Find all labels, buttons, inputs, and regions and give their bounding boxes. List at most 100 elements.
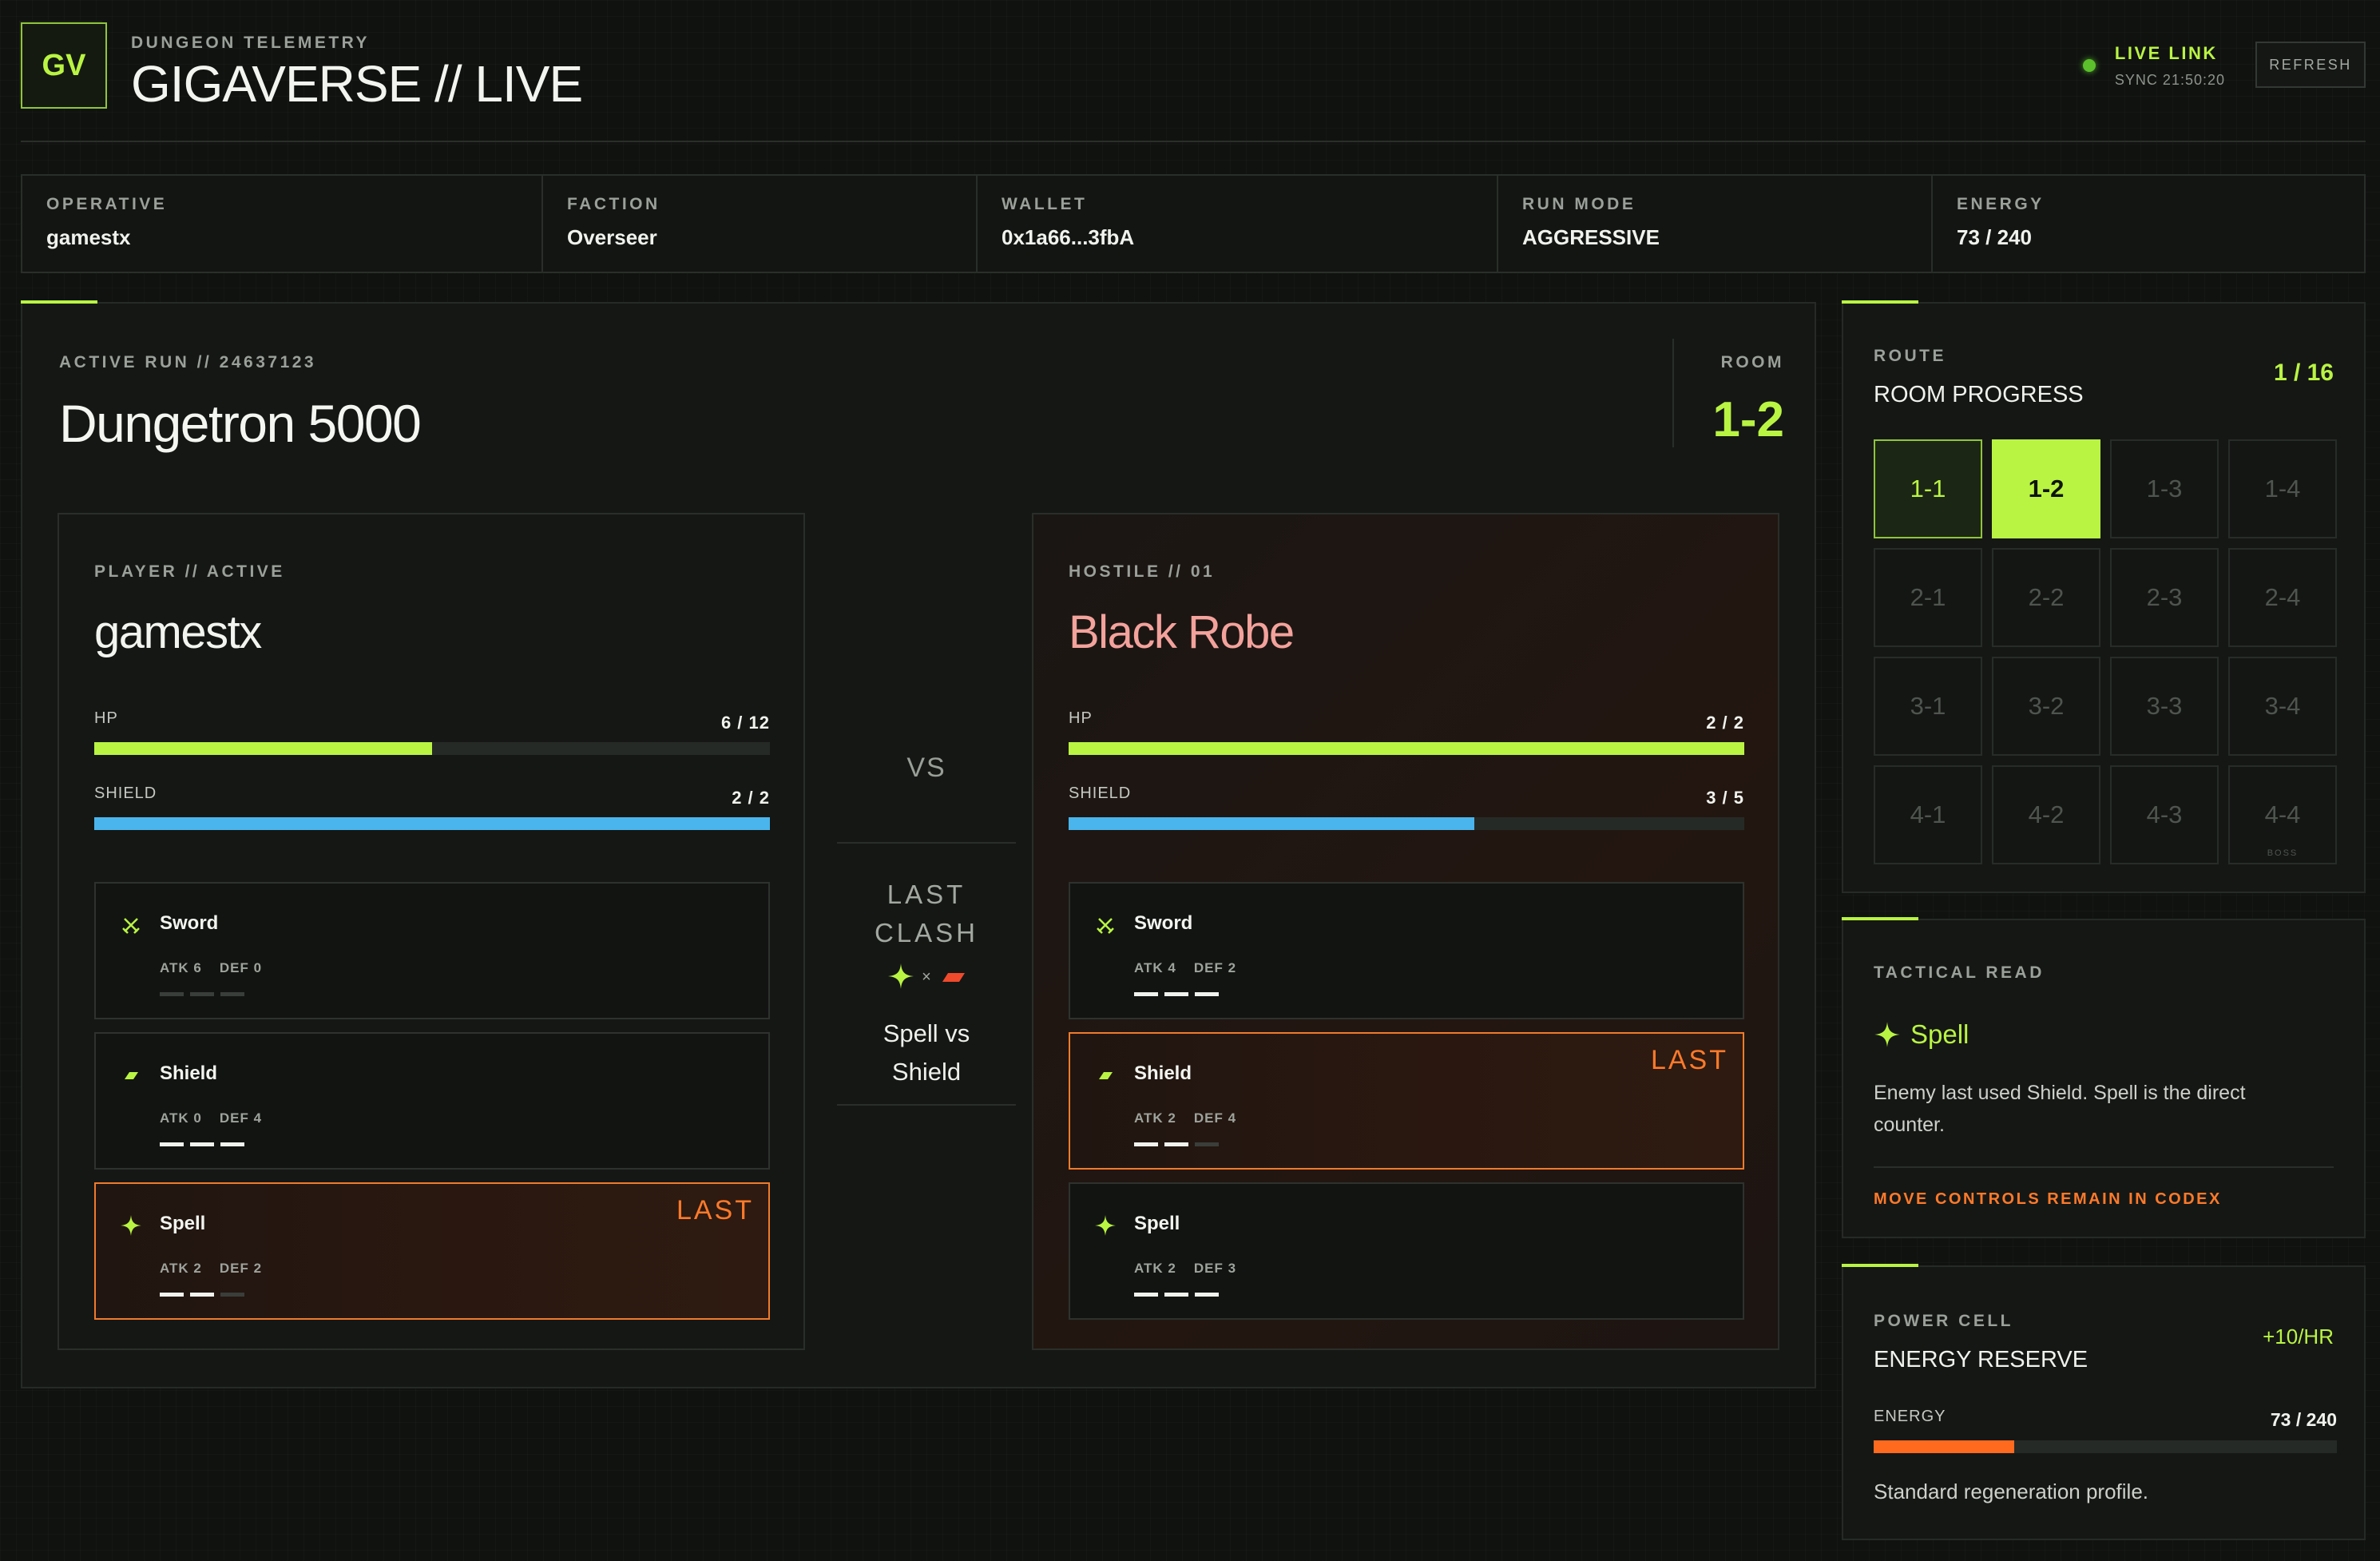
room-cell-3-2: 3-2 <box>1992 657 2100 756</box>
clash-icons-graphic: × <box>888 963 965 989</box>
info-value: 73 / 240 <box>1957 225 2032 249</box>
energy-rate: +10/HR <box>2263 1325 2334 1348</box>
power-label: POWER CELL <box>1874 1312 2013 1330</box>
move-atk: ATK 4 <box>1134 960 1176 975</box>
live-status: LIVE LINK SYNC 21:50:20 <box>2082 43 2225 89</box>
room-cell-label: 3-4 <box>2264 692 2301 720</box>
room-cell-label: 1-1 <box>1910 475 1946 502</box>
charge-pip <box>1195 1142 1219 1146</box>
clash-result-line: Spell vs <box>883 1019 970 1047</box>
move-charges <box>160 1293 244 1297</box>
info-value: AGGRESSIVE <box>1522 225 1660 249</box>
hp-bar <box>1069 742 1744 755</box>
room-cell-2-2: 2-2 <box>1992 548 2100 647</box>
room-cell-label: 2-1 <box>1910 583 1946 611</box>
move-stats: ATK 2 DEF 3 <box>1134 1261 1254 1277</box>
shield-bar <box>94 817 770 830</box>
shield-icon <box>120 1064 142 1086</box>
refresh-button[interactable]: REFRESH <box>2255 42 2366 88</box>
room-cell-4-3: 4-3 <box>2110 765 2219 864</box>
room-cell-label: 1-3 <box>2146 475 2183 502</box>
energy-value: 73 / 240 <box>2270 1409 2337 1430</box>
route-label: ROUTE <box>1874 347 1946 365</box>
last-clash-line: CLASH <box>874 918 979 947</box>
room-cell-1-3: 1-3 <box>2110 439 2219 538</box>
run-id: ACTIVE RUN // 24637123 <box>59 353 317 371</box>
move-charges <box>160 1142 244 1146</box>
route-title: ROOM PROGRESS <box>1874 382 2084 407</box>
move-charges <box>1134 1293 1219 1297</box>
move-def: DEF 2 <box>1193 960 1237 975</box>
room-cell-2-3: 2-3 <box>2110 548 2219 647</box>
shield-label: SHIELD <box>1069 784 1132 802</box>
move-charges <box>1134 1142 1219 1146</box>
recommended-move-name: Spell <box>1910 1019 1969 1049</box>
app-title: GIGAVERSE // LIVE <box>131 55 583 113</box>
enemy-name: Black Robe <box>1069 606 1295 658</box>
room-cell-1-2: 1-2 <box>1992 439 2100 538</box>
room-cell-1-1: 1-1 <box>1874 439 1982 538</box>
charge-pip <box>190 992 214 996</box>
move-atk: ATK 0 <box>160 1110 202 1126</box>
charge-pip <box>1195 1293 1219 1297</box>
info-faction: FACTION Overseer <box>543 176 978 272</box>
player-name: gamestx <box>94 606 262 658</box>
times-icon: × <box>922 968 931 986</box>
info-label: ENERGY <box>1957 195 2045 213</box>
hp-bar-fill <box>1069 742 1744 755</box>
tactical-panel: TACTICAL READ Spell Enemy last used Shie… <box>1842 917 2366 1238</box>
move-def: DEF 2 <box>219 1261 263 1276</box>
energy-bar <box>1874 1440 2337 1453</box>
player-move-shield: Shield ATK 0 DEF 4 <box>94 1032 770 1170</box>
charge-pip <box>1164 1142 1188 1146</box>
power-title: ENERGY RESERVE <box>1874 1347 2088 1372</box>
room-cell-1-4: 1-4 <box>2228 439 2337 538</box>
panel-accent <box>21 300 97 304</box>
room-cell-4-2: 4-2 <box>1992 765 2100 864</box>
move-atk: ATK 6 <box>160 960 202 975</box>
last-used-badge: LAST <box>1650 1045 1728 1075</box>
move-def: DEF 0 <box>219 960 263 975</box>
last-clash-label: LAST CLASH <box>831 876 1022 952</box>
info-label: RUN MODE <box>1522 195 1636 213</box>
move-atk: ATK 2 <box>1134 1110 1176 1126</box>
room-cell-label: 1-4 <box>2264 475 2301 502</box>
move-stats: ATK 0 DEF 4 <box>160 1110 280 1126</box>
route-panel: ROUTE ROOM PROGRESS 1 / 16 1-1 1-2 1-3 1-4 2… <box>1842 300 2366 893</box>
panel-accent <box>1842 1264 1918 1267</box>
panel-accent <box>1842 300 1918 304</box>
enemy-move-sword: Sword ATK 4 DEF 2 <box>1069 882 1744 1019</box>
route-progress: 1 / 16 <box>2273 359 2334 386</box>
energy-label: ENERGY <box>1874 1408 1946 1425</box>
player-shield: SHIELD 2 / 2 <box>94 784 770 830</box>
charge-pip <box>1134 1142 1158 1146</box>
info-value: Overseer <box>567 225 657 249</box>
shield-bar <box>1069 817 1744 830</box>
room-cell-label: 3-1 <box>1910 692 1946 720</box>
clash-result-line: Shield <box>891 1058 962 1086</box>
move-stats: ATK 2 DEF 4 <box>1134 1110 1254 1126</box>
energy-bar-fill <box>1874 1440 2015 1453</box>
last-clash-line: LAST <box>887 880 966 909</box>
sync-time: SYNC 21:50:20 <box>2114 72 2225 88</box>
recommended-move: Spell <box>1874 1019 1969 1050</box>
room-cell-label: 3-3 <box>2146 692 2183 720</box>
move-def: DEF 3 <box>1193 1261 1237 1276</box>
player-move-sword: Sword ATK 6 DEF 0 <box>94 882 770 1019</box>
shield-icon <box>942 973 965 982</box>
charge-pip <box>1134 992 1158 996</box>
charge-pip <box>1164 1293 1188 1297</box>
vs-label: VS <box>906 753 946 783</box>
enemy-subtitle: HOSTILE // 01 <box>1069 562 1216 581</box>
tactical-note: MOVE CONTROLS REMAIN IN CODEX <box>1874 1190 2222 1208</box>
power-panel: POWER CELL ENERGY RESERVE +10/HR ENERGY … <box>1842 1264 2366 1540</box>
live-dot-icon <box>2082 59 2096 72</box>
room-cell-3-3: 3-3 <box>2110 657 2219 756</box>
charge-pip <box>1164 992 1188 996</box>
info-operative: OPERATIVE gamestx <box>22 176 543 272</box>
move-name: Sword <box>1134 912 1193 934</box>
logo: GV <box>21 22 107 109</box>
info-energy: ENERGY 73 / 240 <box>1933 176 2364 272</box>
hp-value: 6 / 12 <box>720 713 770 733</box>
move-def: DEF 4 <box>219 1110 263 1126</box>
